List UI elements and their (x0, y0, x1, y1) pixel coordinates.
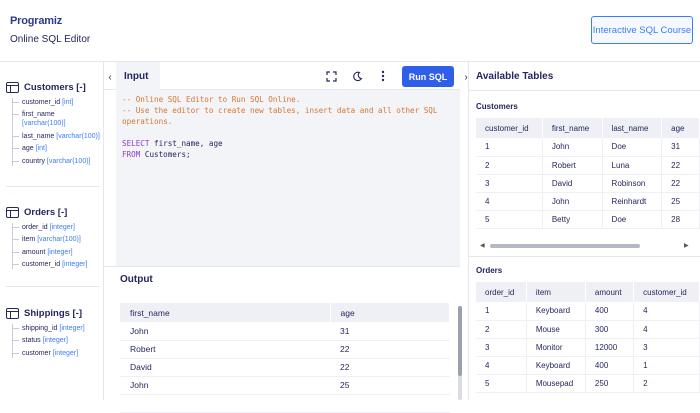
table-name: Orders [-] (24, 206, 68, 218)
column-item: item [varchar(100)] (13, 235, 100, 244)
divider (468, 90, 700, 91)
output-title: Output (120, 274, 153, 285)
output-scrollbar[interactable] (458, 306, 462, 400)
table-row: 3 Monitor 12000 3 (476, 338, 700, 357)
table-row: John 25 (120, 376, 450, 395)
column-item: customer [integer] (13, 349, 100, 358)
table-header[interactable]: Customers [-] (6, 80, 100, 94)
chevron-left-icon[interactable]: ‹ (104, 70, 116, 84)
scroll-right-icon[interactable]: ▶ (684, 242, 689, 250)
kebab-menu-icon[interactable] (373, 66, 393, 86)
table-row: 1 John Doe 31 (476, 138, 700, 157)
table-row: Robert 22 (120, 340, 450, 359)
output-table: first_name age John 31 Robert 22 David 22 J… (120, 303, 450, 413)
sql-code[interactable]: -- Online SQL Editor to Run SQL Online. … (122, 94, 452, 160)
column-item: last_name [varchar(100)] (13, 132, 100, 141)
column-item: country [varchar(100)] (13, 157, 100, 166)
table-row (120, 394, 450, 413)
table-row: 1 Keyboard 400 4 (476, 302, 700, 321)
column-header: customer_id (633, 282, 700, 302)
customers-preview-table: customer_id first_name last_name age 1 Jo… (476, 118, 700, 229)
orders-table-label: Orders (476, 266, 503, 275)
table-header[interactable]: Orders [-] (6, 205, 100, 219)
column-header: age (330, 303, 450, 322)
app-title: Online SQL Editor (10, 34, 91, 45)
tab-input[interactable]: Input (116, 62, 160, 90)
column-item: first_name [varchar(100)] (13, 110, 100, 128)
sidebar-table-shippings: Shippings [-] shipping_id [integer] stat… (6, 306, 100, 361)
column-header: age (661, 118, 700, 138)
available-tables-title: Available Tables (476, 71, 554, 82)
table-icon (6, 206, 19, 218)
column-item: customer_id [integer] (13, 260, 100, 269)
interactive-sql-course-button[interactable]: Interactive SQL Course (591, 16, 693, 44)
divider (468, 256, 700, 257)
column-item: status [integer] (13, 336, 100, 345)
table-row: David 22 (120, 358, 450, 377)
programiz-logo[interactable]: Programiz (10, 15, 62, 27)
column-item: order_id [integer] (13, 223, 100, 232)
customers-horizontal-scrollbar[interactable]: ◀ ▶ (480, 242, 690, 250)
column-item: amount [integer] (13, 248, 100, 257)
divider (6, 186, 100, 187)
column-header: amount (585, 282, 635, 302)
table-header[interactable]: Shippings [-] (6, 306, 100, 320)
column-header: item (526, 282, 586, 302)
divider (104, 266, 460, 267)
column-item: age [int] (13, 144, 100, 153)
scroll-left-icon[interactable]: ◀ (480, 242, 485, 250)
sidebar-table-customers: Customers [-] customer_id [int] first_na… (6, 80, 100, 169)
table-row: John 31 (120, 322, 450, 341)
table-icon (6, 81, 19, 93)
table-row: 5 Betty Doe 28 (476, 210, 700, 229)
table-row: 4 John Reinhardt 25 (476, 192, 700, 211)
table-icon (6, 307, 19, 319)
column-header: first_name (120, 303, 331, 322)
column-header: first_name (542, 118, 603, 138)
customers-table-label: Customers (476, 102, 518, 111)
chevron-right-icon[interactable]: › (462, 70, 470, 84)
code-editor[interactable] (116, 62, 460, 266)
column-header: last_name (602, 118, 663, 138)
table-row: 3 David Robinson 22 (476, 174, 700, 193)
column-header: customer_id (476, 118, 543, 138)
column-header: order_id (476, 282, 527, 302)
moon-icon[interactable] (347, 66, 367, 86)
fullscreen-icon[interactable] (321, 66, 341, 86)
run-sql-button[interactable]: Run SQL (402, 66, 454, 87)
column-item: customer_id [int] (13, 98, 100, 107)
sidebar-table-orders: Orders [-] order_id [integer] item [varc… (6, 205, 100, 273)
table-name: Shippings [-] (24, 307, 83, 319)
table-row: 2 Robert Luna 22 (476, 156, 700, 175)
table-row: 4 Keyboard 400 1 (476, 356, 700, 375)
table-row: 5 Mousepad 250 2 (476, 374, 700, 393)
divider (6, 286, 100, 287)
scrollbar-thumb[interactable] (490, 244, 640, 248)
table-row: 2 Mouse 300 4 (476, 320, 700, 339)
column-item: shipping_id [integer] (13, 324, 100, 333)
orders-preview-table: order_id item amount customer_id 1 Keyboa… (476, 282, 700, 393)
table-name: Customers [-] (24, 81, 86, 93)
